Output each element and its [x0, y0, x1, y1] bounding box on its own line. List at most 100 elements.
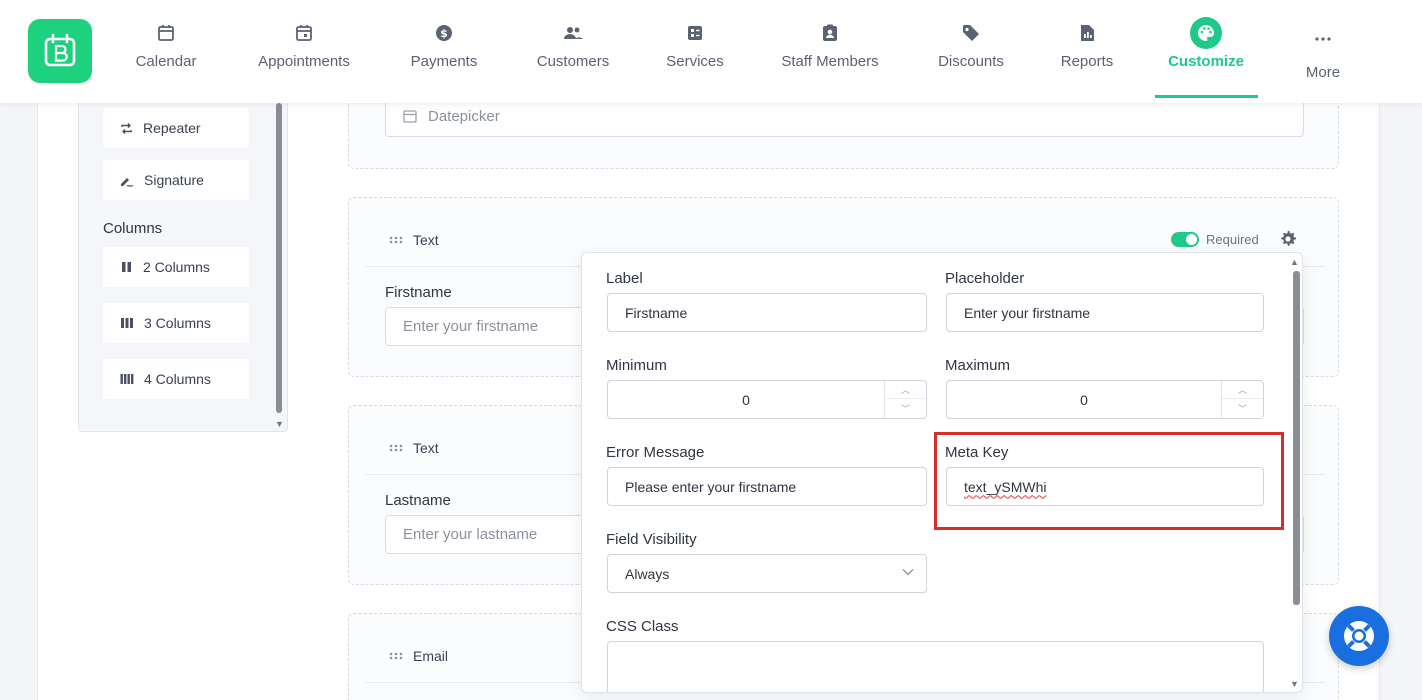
field-visibility-select[interactable]: Always: [607, 554, 927, 593]
datepicker-placeholder: Datepicker: [428, 107, 500, 125]
required-label: Required: [1206, 232, 1259, 247]
chevron-down-icon: [902, 569, 914, 576]
scroll-down-arrow-icon[interactable]: ▼: [1290, 679, 1299, 689]
tool-label: 2 Columns: [143, 259, 210, 275]
stepper-down-icon[interactable]: ﹀: [1222, 399, 1263, 417]
scroll-down-arrow-icon[interactable]: ▼: [275, 419, 284, 429]
scroll-up-arrow-icon[interactable]: ▲: [1290, 257, 1299, 267]
drag-handle-icon[interactable]: [389, 652, 403, 660]
nav-label: Staff Members: [781, 53, 879, 70]
two-columns-icon: [122, 262, 131, 272]
dollar-icon: $: [436, 25, 452, 41]
maximum-stepper[interactable]: ︿ ﹀: [1221, 381, 1263, 418]
two-columns-button[interactable]: 2 Columns: [103, 247, 249, 287]
nav-discounts[interactable]: Discounts: [935, 0, 1007, 103]
required-toggle[interactable]: [1171, 232, 1199, 247]
nav-label: Calendar: [135, 53, 197, 70]
sidebar-scrollbar[interactable]: [276, 103, 282, 413]
stepper-up-icon[interactable]: ︿: [885, 381, 926, 399]
nav-label: Customers: [536, 53, 610, 70]
tool-label: Signature: [144, 172, 204, 188]
nav-label: Services: [666, 53, 724, 70]
nav-label: More: [1305, 64, 1341, 81]
palette-icon: [1198, 25, 1214, 41]
three-columns-icon: [121, 318, 133, 328]
nav-label: Discounts: [938, 53, 1004, 70]
datepicker-field-card[interactable]: Datepicker: [348, 96, 1339, 169]
label-setting-title: Label: [606, 270, 643, 287]
field-type-header[interactable]: Text: [389, 232, 439, 248]
maximum-value: 0: [1080, 391, 1088, 408]
placeholder-setting-value: Enter your firstname: [964, 304, 1091, 321]
firstname-placeholder: Enter your firstname: [403, 318, 539, 335]
nav-appointments[interactable]: Appointments: [252, 0, 356, 103]
nav-label: Reports: [1060, 53, 1114, 70]
field-type-header[interactable]: Email: [389, 648, 448, 664]
stepper-up-icon[interactable]: ︿: [1222, 381, 1263, 399]
four-columns-icon: [120, 374, 134, 384]
nav-label: Payments: [410, 53, 478, 70]
field-settings-popover: Label Firstname Placeholder Enter your f…: [581, 252, 1303, 693]
nav-customize[interactable]: Customize: [1158, 0, 1254, 103]
maximum-setting-title: Maximum: [945, 357, 1011, 374]
tool-label: 4 Columns: [144, 371, 211, 387]
nav-label: Appointments: [258, 53, 350, 70]
calendar-icon: [403, 110, 417, 123]
four-columns-button[interactable]: 4 Columns: [103, 359, 249, 399]
meta-key-value: text_ySMWhi: [964, 478, 1047, 495]
tag-icon: [963, 25, 979, 41]
nav-label: Customize: [1168, 53, 1244, 70]
lastname-placeholder: Enter your lastname: [403, 526, 538, 543]
field-palette-sidebar: Repeater Signature Columns 2 Columns 3 C…: [78, 103, 288, 432]
repeater-field-button[interactable]: Repeater: [103, 108, 249, 148]
three-columns-button[interactable]: 3 Columns: [103, 303, 249, 343]
firstname-label: Firstname: [385, 284, 452, 301]
app-logo[interactable]: [28, 19, 92, 83]
tool-label: 3 Columns: [144, 315, 211, 331]
nav-more[interactable]: More: [1300, 0, 1346, 103]
placeholder-setting-input[interactable]: Enter your firstname: [946, 293, 1264, 332]
meta-key-setting-input[interactable]: text_ySMWhi: [946, 467, 1264, 506]
gear-icon[interactable]: [1279, 230, 1297, 248]
users-icon: [564, 27, 583, 39]
services-icon: [688, 26, 702, 40]
field-visibility-setting-title: Field Visibility: [606, 531, 697, 548]
signature-field-button[interactable]: Signature: [103, 160, 249, 200]
top-navigation: Calendar Appointments $ Payments Custome…: [0, 0, 1422, 103]
field-visibility-value: Always: [625, 565, 670, 582]
css-class-setting-title: CSS Class: [606, 618, 679, 635]
signature-icon: [121, 177, 134, 187]
active-tab-indicator: [1155, 95, 1258, 98]
minimum-value: 0: [742, 391, 750, 408]
css-class-input[interactable]: [607, 641, 1264, 692]
label-setting-value: Firstname: [625, 304, 688, 321]
nav-customers[interactable]: Customers: [532, 0, 614, 103]
placeholder-setting-title: Placeholder: [945, 270, 1025, 287]
tool-label: Repeater: [143, 120, 201, 136]
nav-services[interactable]: Services: [664, 0, 726, 103]
report-icon: [1081, 25, 1094, 41]
minimum-stepper[interactable]: ︿ ﹀: [884, 381, 926, 418]
nav-staff-members[interactable]: Staff Members: [777, 0, 883, 103]
nav-calendar[interactable]: Calendar: [131, 0, 201, 103]
label-setting-input[interactable]: Firstname: [607, 293, 927, 332]
error-message-setting-title: Error Message: [606, 444, 705, 461]
error-message-setting-input[interactable]: Please enter your firstname: [607, 467, 927, 506]
stepper-down-icon[interactable]: ﹀: [885, 399, 926, 417]
drag-handle-icon[interactable]: [389, 236, 403, 244]
field-type-label: Text: [413, 440, 439, 456]
repeat-icon: [121, 122, 132, 134]
minimum-setting-title: Minimum: [606, 357, 667, 374]
popover-scrollbar[interactable]: [1293, 271, 1300, 605]
minimum-setting-input[interactable]: 0 ︿ ﹀: [607, 380, 927, 419]
nav-payments[interactable]: $ Payments: [406, 0, 482, 103]
staff-icon: [823, 24, 837, 41]
drag-handle-icon[interactable]: [389, 444, 403, 452]
nav-reports[interactable]: Reports: [1058, 0, 1116, 103]
field-type-label: Text: [413, 232, 439, 248]
help-support-button[interactable]: [1329, 606, 1389, 666]
maximum-setting-input[interactable]: 0 ︿ ﹀: [946, 380, 1264, 419]
field-type-header[interactable]: Text: [389, 440, 439, 456]
error-message-value: Please enter your firstname: [625, 478, 797, 495]
booking-logo-icon: [44, 33, 76, 67]
